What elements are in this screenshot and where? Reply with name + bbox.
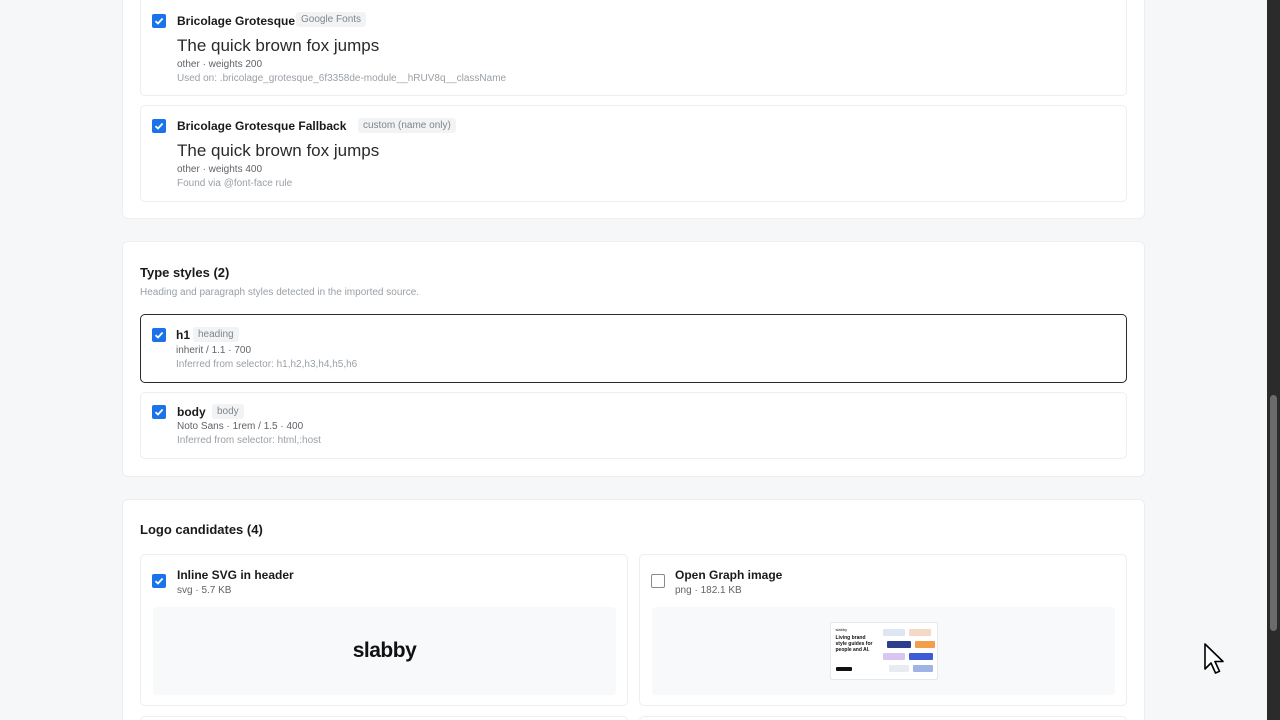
type-style-checkbox[interactable] bbox=[152, 405, 166, 419]
scroll-area[interactable]: Bricolage Grotesque Google Fonts The qui… bbox=[0, 0, 1267, 720]
type-style-meta: inherit / 1.1 · 700 bbox=[176, 345, 252, 356]
logo-preview: slabby bbox=[153, 607, 616, 695]
og-screenshot-shape bbox=[908, 629, 931, 636]
font-item-checkbox[interactable] bbox=[152, 119, 166, 133]
type-style-name: body bbox=[177, 405, 206, 419]
logo-candidates-card: Logo candidates (4) Inline SVG in header… bbox=[122, 499, 1145, 720]
og-screenshot-shape bbox=[888, 665, 909, 672]
logo-candidate-open-graph[interactable]: Open Graph image png · 182.1 KB slabby L… bbox=[639, 554, 1127, 706]
type-style-source-note: Inferred from selector: html,:host bbox=[177, 435, 321, 446]
og-brand-text: slabby bbox=[835, 627, 848, 632]
logo-candidate-meta: png · 182.1 KB bbox=[675, 585, 742, 596]
logo-preview: slabby Living brand style guides for peo… bbox=[652, 607, 1115, 695]
check-icon bbox=[154, 408, 164, 416]
font-source-badge: custom (name only) bbox=[358, 118, 456, 133]
logo-candidate-checkbox[interactable] bbox=[651, 574, 665, 588]
scrollbar-thumb[interactable] bbox=[1270, 395, 1277, 631]
font-preview: The quick brown fox jumps bbox=[177, 36, 380, 55]
font-item-checkbox[interactable] bbox=[152, 14, 166, 28]
open-graph-image: slabby Living brand style guides for peo… bbox=[829, 622, 938, 680]
type-style-item-h1[interactable]: h1 heading inherit / 1.1 · 700 Inferred … bbox=[140, 314, 1127, 383]
font-meta: other · weights 200 bbox=[177, 59, 263, 70]
type-style-item-body[interactable]: body body Noto Sans · 1rem / 1.5 · 400 I… bbox=[140, 392, 1127, 459]
type-styles-description: Heading and paragraph styles detected in… bbox=[140, 287, 420, 298]
type-style-checkbox[interactable] bbox=[152, 328, 166, 342]
check-icon bbox=[154, 17, 164, 25]
font-name: Bricolage Grotesque bbox=[177, 14, 296, 28]
og-screenshot-shape bbox=[882, 629, 905, 636]
fonts-card: Bricolage Grotesque Google Fonts The qui… bbox=[122, 0, 1145, 219]
check-icon bbox=[154, 577, 164, 585]
logo-candidate-checkbox[interactable] bbox=[152, 574, 166, 588]
slabby-logo: slabby bbox=[352, 639, 417, 662]
logo-candidate-name: Open Graph image bbox=[675, 568, 783, 582]
og-screenshot-shape bbox=[886, 641, 911, 648]
type-style-meta: Noto Sans · 1rem / 1.5 · 400 bbox=[177, 421, 304, 432]
logo-candidate-meta: svg · 5.7 KB bbox=[177, 585, 232, 596]
og-headline: Living brand style guides for people and… bbox=[835, 635, 873, 653]
font-source-badge: Google Fonts bbox=[296, 12, 367, 27]
logo-candidate-name: Inline SVG in header bbox=[177, 568, 294, 582]
type-style-badge: body bbox=[212, 404, 244, 419]
scrollbar-track[interactable] bbox=[1267, 0, 1280, 720]
font-preview: The quick brown fox jumps bbox=[177, 141, 380, 160]
font-usage-note: Used on: .bricolage_grotesque_6f3358de-m… bbox=[177, 73, 507, 84]
font-item-bricolage-fallback[interactable]: Bricolage Grotesque Fallback custom (nam… bbox=[140, 105, 1127, 202]
font-item-bricolage[interactable]: Bricolage Grotesque Google Fonts The qui… bbox=[140, 0, 1127, 96]
check-icon bbox=[154, 331, 164, 339]
og-screenshot-shape bbox=[914, 641, 935, 648]
logo-candidates-title: Logo candidates (4) bbox=[140, 522, 263, 537]
type-style-source-note: Inferred from selector: h1,h2,h3,h4,h5,h… bbox=[176, 359, 358, 370]
logo-candidate-3[interactable] bbox=[140, 716, 628, 720]
check-icon bbox=[154, 122, 164, 130]
mouse-pointer-icon bbox=[1204, 643, 1224, 674]
type-style-badge: heading bbox=[193, 327, 239, 342]
og-screenshot-shape bbox=[908, 653, 933, 660]
font-meta: other · weights 400 bbox=[177, 164, 263, 175]
font-usage-note: Found via @font-face rule bbox=[177, 178, 293, 189]
og-button-shape bbox=[835, 667, 852, 671]
logo-candidate-inline-svg[interactable]: Inline SVG in header svg · 5.7 KB slabby bbox=[140, 554, 628, 706]
type-styles-title: Type styles (2) bbox=[140, 265, 230, 280]
font-name: Bricolage Grotesque Fallback bbox=[177, 119, 347, 133]
og-screenshot-shape bbox=[882, 653, 905, 660]
type-styles-card: Type styles (2) Heading and paragraph st… bbox=[122, 241, 1145, 477]
type-style-name: h1 bbox=[176, 328, 191, 342]
logo-candidate-4[interactable] bbox=[639, 716, 1127, 720]
og-screenshot-shape bbox=[912, 665, 933, 672]
